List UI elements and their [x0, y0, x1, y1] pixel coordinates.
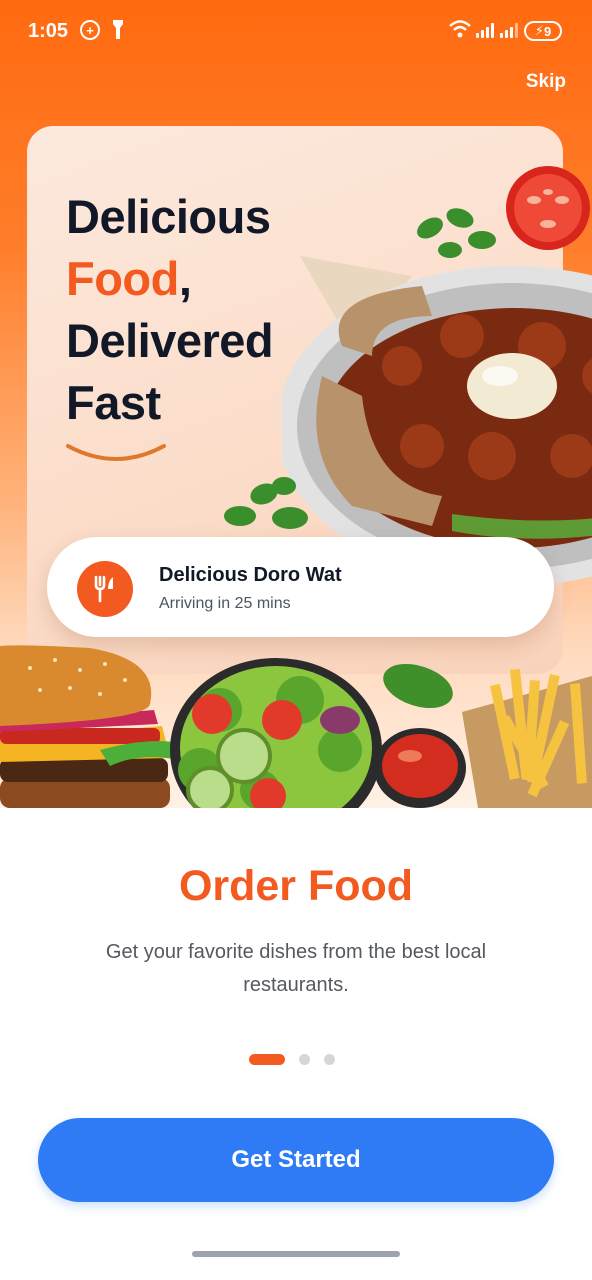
page-dot-3[interactable] — [324, 1054, 335, 1065]
flashlight-icon — [112, 19, 124, 46]
status-time: 1:05 — [28, 20, 69, 42]
basil-leaf-image — [383, 663, 453, 709]
page-indicator — [249, 1054, 335, 1065]
smile-underline-icon — [66, 444, 166, 461]
tomato-slice-image — [506, 166, 590, 250]
page-dot-1[interactable] — [249, 1054, 285, 1065]
order-title: Delicious Doro Wat — [159, 564, 342, 586]
data-saver-icon: + — [80, 20, 100, 40]
ketchup-dip-image — [374, 728, 466, 808]
headline-line-1: Delicious — [66, 190, 271, 243]
wifi-icon — [448, 19, 472, 44]
status-bar: 1:05 + ⚡ 9 — [0, 0, 592, 62]
get-started-button[interactable]: Get Started — [38, 1118, 554, 1202]
home-indicator[interactable] — [192, 1251, 400, 1257]
headline-comma: , — [178, 252, 192, 305]
battery-level: 9 — [543, 23, 552, 39]
page-dot-2[interactable] — [299, 1054, 310, 1065]
headline-accent: Food — [66, 252, 179, 305]
food-collage-image — [0, 645, 592, 808]
fries-image — [462, 668, 592, 808]
order-eta: Arriving in 25 mins — [159, 595, 291, 612]
skip-button[interactable]: Skip — [526, 71, 566, 93]
headline-line-4: Fast — [66, 376, 161, 429]
basil-sprig-image — [224, 477, 308, 529]
signal-icon-2 — [500, 22, 518, 38]
onboarding-title: Order Food — [178, 862, 414, 910]
onboarding-description: Get your favorite dishes from the best l… — [105, 941, 487, 996]
hero-headline: Delicious Food, Delivered Fast — [66, 186, 274, 434]
hero-section: 1:05 + ⚡ 9 Skip Delicious Food, Delivered… — [0, 0, 592, 808]
salad-bowl-image — [170, 658, 382, 808]
burger-image — [0, 645, 186, 808]
signal-icon — [476, 22, 494, 38]
battery-icon: ⚡ 9 — [524, 21, 562, 41]
headline-line-3: Delivered — [66, 314, 274, 367]
fork-knife-icon — [77, 561, 133, 617]
order-status-card[interactable]: Delicious Doro Wat Arriving in 25 mins — [47, 537, 554, 637]
